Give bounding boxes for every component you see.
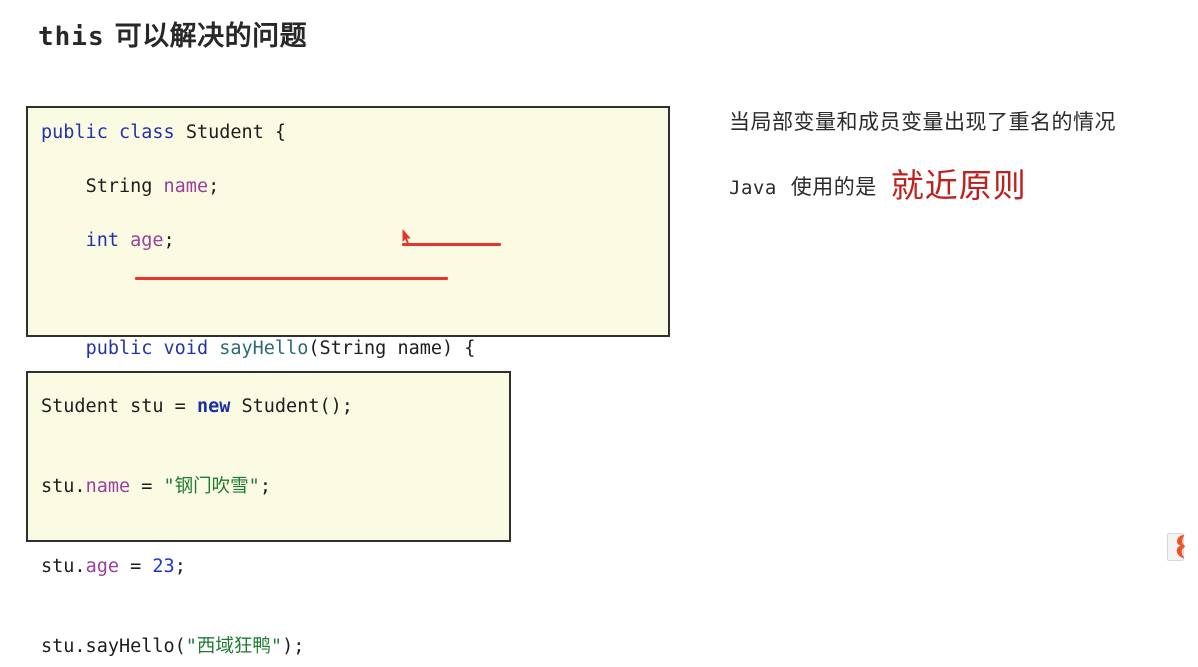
page-title-keyword: this bbox=[38, 22, 105, 52]
code-line: stu.sayHello("西域狂鸭"); bbox=[41, 627, 509, 667]
code-token-plain: ); bbox=[282, 636, 305, 657]
explanation-panel: 当局部变量和成员变量出现了重名的情况 Java 使用的是 就近原则 bbox=[729, 108, 1189, 207]
code-token-field: age bbox=[85, 556, 119, 577]
code-line: stu.age = 23; bbox=[41, 547, 509, 587]
code-token-kw: public bbox=[41, 122, 108, 143]
page-title: this 可以解决的问题 bbox=[38, 14, 307, 53]
code-token-type: String bbox=[85, 176, 153, 197]
code-token-field: name bbox=[163, 176, 209, 197]
code-token-kw: public bbox=[85, 338, 153, 359]
code-token-method: sayHello bbox=[219, 338, 309, 359]
code-token-kw: int bbox=[85, 230, 119, 251]
explanation-middle-text: 使用的是 bbox=[790, 176, 877, 199]
annotation-underline-println bbox=[135, 277, 448, 280]
code-line: int age; bbox=[41, 227, 668, 254]
code-token-plain: ; bbox=[163, 230, 175, 251]
code-token-plain: stu. bbox=[41, 476, 86, 497]
code-token-kw: void bbox=[163, 338, 209, 359]
code-token-str: "西域狂鸭" bbox=[185, 636, 283, 657]
code-line: Student stu = new Student(); bbox=[41, 387, 509, 427]
code-token-plain: stu. bbox=[41, 556, 86, 577]
code-token-plain: ( bbox=[308, 338, 320, 359]
code-line: stu.name = "钢门吹雪"; bbox=[41, 467, 509, 507]
annotation-underline-parameter bbox=[402, 243, 501, 246]
code-token-str: "钢门吹雪" bbox=[163, 476, 260, 497]
code-token-num: 23 bbox=[152, 556, 175, 577]
code-token-plain: = bbox=[118, 556, 153, 577]
corner-logo-watermark bbox=[1167, 533, 1193, 567]
code-token-plain: { bbox=[263, 122, 287, 143]
code-token-plain: ; bbox=[174, 556, 186, 577]
code-line: String name; bbox=[41, 173, 668, 200]
code-block-class-definition: public class Student { String name; int … bbox=[26, 106, 670, 521]
code-token-type: Student bbox=[241, 396, 320, 417]
code-token-type: Student bbox=[185, 122, 264, 143]
code-line: public class Student { bbox=[41, 119, 668, 146]
code-token-kw: class bbox=[118, 122, 175, 143]
code-token-field: name bbox=[85, 476, 131, 497]
annotation-cursor-icon bbox=[401, 229, 412, 244]
code-token-plain: ; bbox=[208, 176, 220, 197]
page-title-text: 可以解决的问题 bbox=[114, 21, 308, 52]
code-token-plain: stu = bbox=[118, 396, 197, 417]
code-token-type: Student bbox=[41, 396, 119, 417]
code-token-plain: = bbox=[130, 476, 164, 497]
code-token-field: age bbox=[130, 230, 164, 251]
code-token-type: String bbox=[319, 338, 387, 359]
explanation-language-label: Java bbox=[729, 177, 777, 199]
code-token-kw-bold: new bbox=[196, 396, 231, 417]
explanation-line-condition: 当局部变量和成员变量出现了重名的情况 bbox=[729, 111, 1116, 134]
explanation-highlight-term: 就近原则 bbox=[890, 167, 1027, 204]
code-token-plain: stu.sayHello( bbox=[41, 636, 186, 657]
code-token-plain: (); bbox=[319, 396, 353, 417]
code-block-usage-snippet: Student stu = new Student(); stu.name = … bbox=[26, 371, 511, 657]
code-token-plain: ; bbox=[259, 476, 271, 497]
explanation-line-rule: Java 使用的是 就近原则 bbox=[729, 164, 1189, 207]
code-line: public void sayHello(String name) { bbox=[41, 335, 668, 362]
code-token-plain: name) { bbox=[386, 338, 476, 359]
watermark-flame-icon bbox=[1176, 534, 1186, 559]
